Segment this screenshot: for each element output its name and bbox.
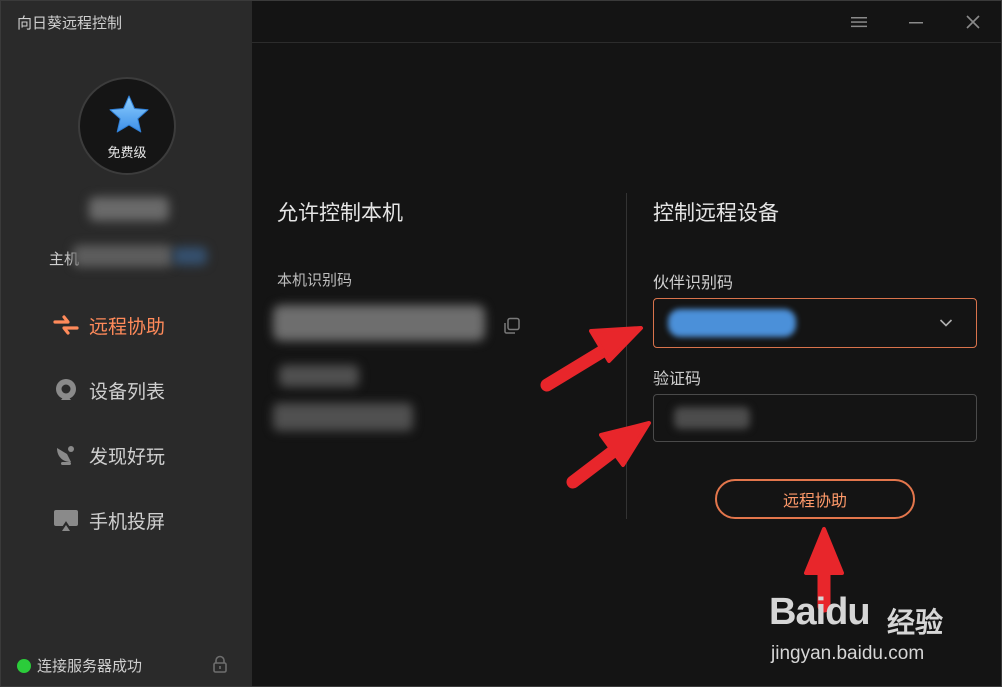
sidebar-item-screen-cast[interactable]: 手机投屏 — [53, 505, 165, 535]
verification-code-value-redacted — [674, 407, 750, 429]
local-code-label-redacted — [279, 365, 359, 387]
host-value-redacted — [73, 245, 173, 267]
avatar[interactable]: 免费级 — [78, 77, 176, 175]
sidebar-item-label: 设备列表 — [89, 380, 166, 403]
partner-history-dropdown[interactable] — [916, 299, 976, 347]
copy-icon[interactable] — [503, 317, 521, 335]
star-icon — [109, 95, 149, 133]
chevron-down-icon — [939, 319, 953, 327]
local-id-value-redacted — [273, 305, 485, 341]
screen-cast-icon — [53, 507, 79, 533]
lock-icon[interactable] — [212, 655, 228, 673]
sidebar-item-device-list[interactable]: 设备列表 — [53, 375, 165, 405]
account-tier: 免费级 — [107, 146, 147, 161]
partner-id-value-redacted — [668, 309, 796, 337]
host-badge-redacted — [173, 247, 207, 265]
app-title: 向日葵远程控制 — [17, 14, 123, 32]
verification-code-label: 验证码 — [653, 369, 702, 388]
connection-status: 连接服务器成功 — [17, 655, 142, 676]
partner-id-input[interactable] — [653, 298, 977, 348]
remote-assist-button[interactable]: 远程协助 — [715, 479, 915, 519]
sidebar-item-label: 远程协助 — [89, 315, 166, 338]
local-id-label: 本机识别码 — [277, 271, 353, 289]
status-dot-icon — [17, 658, 31, 673]
watermark-url: jingyan.baidu.com — [771, 643, 925, 664]
watermark-brand-cn: 经验 — [887, 606, 944, 639]
verification-code-input[interactable] — [653, 394, 977, 442]
local-code-value-redacted — [273, 403, 413, 431]
panel-divider — [626, 193, 627, 519]
device-list-icon — [53, 377, 79, 403]
allow-control-title: 允许控制本机 — [277, 201, 403, 225]
close-icon[interactable] — [963, 12, 983, 32]
menu-icon[interactable] — [849, 12, 869, 32]
sidebar: 向日葵远程控制 免费级 主机 远程协助 设备列表 发现好玩 手机投屏 连接服务器… — [1, 1, 252, 686]
sidebar-item-label: 发现好玩 — [89, 445, 166, 468]
watermark-brand: Baidu — [769, 591, 871, 633]
control-remote-title: 控制远程设备 — [653, 201, 779, 225]
sidebar-item-label: 手机投屏 — [89, 510, 166, 533]
partner-id-label: 伙伴识别码 — [653, 273, 734, 292]
minimize-icon[interactable] — [906, 12, 926, 32]
discover-icon — [53, 442, 79, 468]
sidebar-item-remote-assist[interactable]: 远程协助 — [53, 310, 165, 340]
remote-assist-icon — [53, 312, 79, 338]
sidebar-item-discover[interactable]: 发现好玩 — [53, 440, 165, 470]
title-bar — [252, 1, 1001, 43]
user-name-redacted — [89, 197, 169, 221]
status-text: 连接服务器成功 — [37, 657, 143, 675]
app-window: 向日葵远程控制 免费级 主机 远程协助 设备列表 发现好玩 手机投屏 连接服务器… — [0, 0, 1002, 687]
baidu-jingyan-watermark: Baidu 经验 jingyan.baidu.com — [769, 591, 979, 671]
